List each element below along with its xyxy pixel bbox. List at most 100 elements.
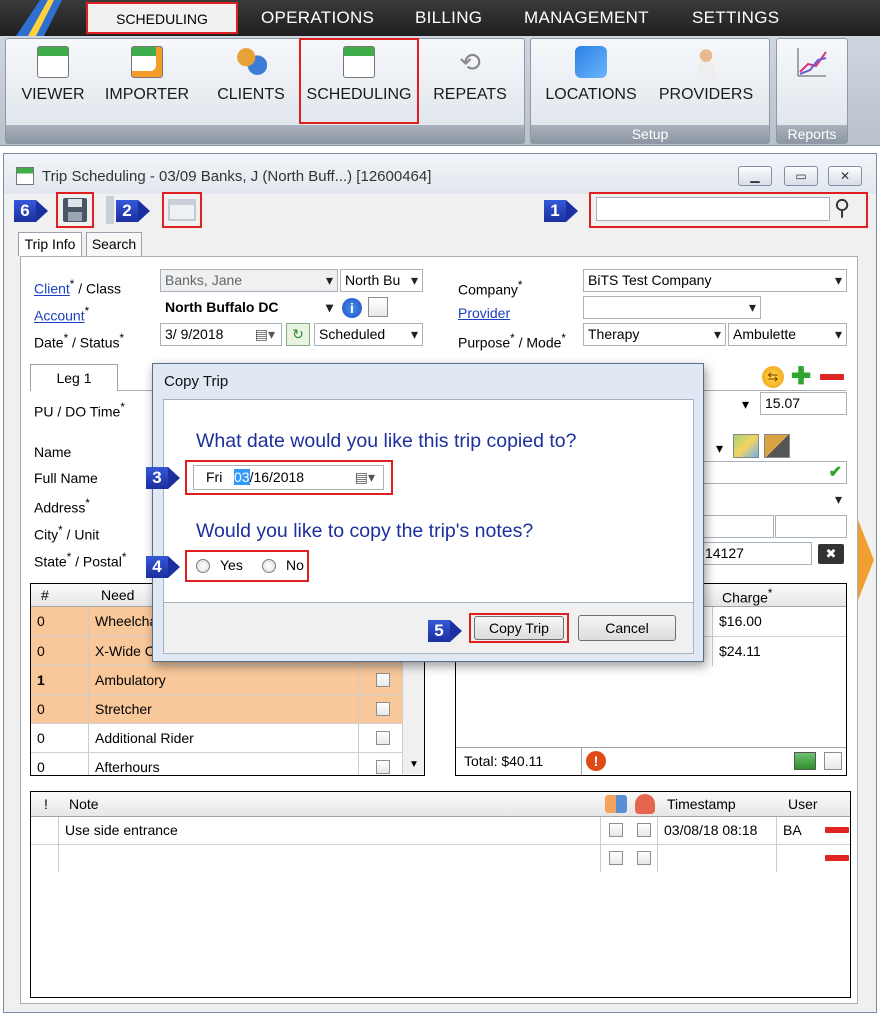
copy-trip-confirm-button[interactable]: Copy Trip bbox=[474, 616, 564, 640]
no-radio[interactable] bbox=[262, 559, 276, 573]
need-row[interactable]: 0 Afterhours bbox=[31, 752, 424, 775]
clients-button[interactable]: CLIENTS bbox=[212, 42, 290, 120]
note-row[interactable] bbox=[31, 844, 850, 872]
note-private-checkbox[interactable] bbox=[637, 823, 651, 837]
copy-date-picker[interactable]: Fri 03/16/2018 ▤▾ bbox=[193, 465, 384, 490]
restore-button[interactable]: ▭ bbox=[784, 166, 818, 186]
purpose-label: Purpose* / Mode* bbox=[458, 332, 566, 351]
yes-radio[interactable] bbox=[196, 559, 210, 573]
close-button[interactable]: ✕ bbox=[828, 166, 862, 186]
account-link[interactable]: Account bbox=[34, 308, 85, 324]
need-checkbox[interactable] bbox=[376, 702, 390, 716]
minimize-button[interactable]: ▁ bbox=[738, 166, 772, 186]
callout-badge-2: 2 bbox=[116, 200, 150, 222]
city-field[interactable] bbox=[700, 515, 774, 538]
need-row[interactable]: 1 Ambulatory bbox=[31, 665, 424, 695]
date-value: 3/ 9/2018 bbox=[165, 326, 224, 342]
edit-location-icon[interactable] bbox=[764, 434, 790, 458]
notes-col-note: Note bbox=[69, 796, 99, 812]
need-row[interactable]: 0 Additional Rider bbox=[31, 723, 424, 753]
distance-dropdown-icon[interactable]: ▾ bbox=[742, 396, 749, 413]
account-label: Account* bbox=[34, 305, 90, 324]
tab-leg-1[interactable]: Leg 1 bbox=[30, 364, 118, 391]
menu-settings[interactable]: SETTINGS bbox=[692, 0, 779, 36]
unit-field[interactable] bbox=[775, 515, 847, 538]
tab-trip-info[interactable]: Trip Info bbox=[18, 232, 82, 256]
needs-col-number: # bbox=[41, 587, 49, 603]
save-button[interactable] bbox=[60, 196, 90, 224]
menu-scheduling[interactable]: SCHEDULING bbox=[86, 2, 238, 34]
providers-button[interactable]: PROVIDERS bbox=[654, 42, 758, 120]
status-select[interactable]: Scheduled bbox=[314, 323, 423, 346]
locations-button[interactable]: LOCATIONS bbox=[540, 42, 642, 120]
purpose-select[interactable]: Therapy bbox=[583, 323, 726, 346]
client-select[interactable]: Banks, Jane bbox=[160, 269, 338, 292]
address-select[interactable] bbox=[700, 488, 847, 511]
search-icon[interactable]: ⚲ bbox=[834, 194, 862, 222]
need-checkbox[interactable] bbox=[376, 673, 390, 687]
reports-button[interactable] bbox=[782, 42, 842, 102]
note-share-checkbox[interactable] bbox=[609, 823, 623, 837]
need-count: 1 bbox=[31, 666, 89, 695]
mode-select[interactable]: Ambulette bbox=[728, 323, 847, 346]
account-select[interactable]: North Buffalo DC bbox=[160, 296, 338, 319]
toolbar-separator bbox=[106, 196, 114, 224]
note-row[interactable]: Use side entrance 03/08/18 08:18 BA bbox=[31, 817, 850, 844]
need-checkbox[interactable] bbox=[376, 760, 390, 774]
calendar-icon bbox=[37, 46, 69, 78]
city-label: City* / Unit bbox=[34, 524, 100, 543]
delete-note-icon[interactable] bbox=[825, 855, 849, 861]
charges-checkbox[interactable] bbox=[824, 752, 842, 770]
need-checkbox[interactable] bbox=[376, 731, 390, 745]
full-name-field[interactable]: ✔ bbox=[700, 461, 847, 484]
distance-field[interactable]: 15.07 bbox=[760, 392, 847, 415]
add-charge-icon[interactable] bbox=[794, 752, 816, 770]
company-select[interactable]: BiTS Test Company bbox=[583, 269, 847, 292]
postal-field[interactable]: 14127 bbox=[700, 542, 812, 565]
callout-badge-4: 4 bbox=[146, 556, 180, 578]
app-logo bbox=[0, 0, 80, 36]
client-link[interactable]: Client bbox=[34, 281, 70, 297]
need-row[interactable]: 0 Stretcher bbox=[31, 694, 424, 724]
scheduling-button[interactable]: SCHEDULING bbox=[302, 42, 416, 120]
map-icon[interactable] bbox=[733, 434, 759, 458]
account-checkbox[interactable] bbox=[368, 297, 388, 317]
add-leg-icon[interactable]: ✚ bbox=[790, 365, 812, 389]
charges-footer: Total: $40.11 ! bbox=[456, 747, 846, 775]
viewer-button[interactable]: VIEWER bbox=[14, 42, 92, 120]
check-icon: ✔ bbox=[828, 464, 842, 481]
remove-leg-icon[interactable] bbox=[820, 374, 844, 380]
charge-value: $24.11 bbox=[712, 637, 848, 666]
importer-button[interactable]: IMPORTER bbox=[100, 42, 194, 120]
menu-management[interactable]: MANAGEMENT bbox=[524, 0, 649, 36]
menu-operations[interactable]: OPERATIONS bbox=[261, 0, 374, 36]
clear-icon[interactable]: ✖ bbox=[818, 544, 844, 564]
callout-badge-6: 6 bbox=[14, 200, 48, 222]
delete-note-icon[interactable] bbox=[825, 827, 849, 833]
provider-link[interactable]: Provider bbox=[458, 305, 510, 321]
search-input[interactable] bbox=[596, 197, 830, 221]
alert-icon[interactable]: ! bbox=[586, 751, 606, 771]
full-name-label: Full Name bbox=[34, 470, 98, 486]
cancel-button[interactable]: Cancel bbox=[578, 615, 676, 641]
note-text: Use side entrance bbox=[59, 817, 601, 844]
refresh-icon[interactable]: ↻ bbox=[286, 323, 310, 346]
expand-panel-icon[interactable] bbox=[858, 520, 874, 600]
provider-select[interactable] bbox=[583, 296, 761, 319]
copy-trip-button[interactable] bbox=[166, 197, 198, 223]
swap-icon[interactable]: ⇆ bbox=[762, 366, 784, 388]
info-icon[interactable]: i bbox=[342, 298, 362, 318]
date-picker[interactable]: 3/ 9/2018 ▤▾ bbox=[160, 323, 282, 346]
name-dropdown-icon[interactable]: ▾ bbox=[716, 440, 723, 457]
need-label: Stretcher bbox=[89, 695, 359, 724]
tab-search[interactable]: Search bbox=[86, 232, 142, 256]
dialog-title: Copy Trip bbox=[164, 373, 229, 390]
window-calendar-icon bbox=[16, 167, 34, 185]
need-count: 0 bbox=[31, 724, 89, 753]
note-share-checkbox[interactable] bbox=[609, 851, 623, 865]
class-select[interactable]: North Bu bbox=[340, 269, 423, 292]
note-private-checkbox[interactable] bbox=[637, 851, 651, 865]
note-text bbox=[59, 845, 601, 872]
repeats-button[interactable]: ⟲ REPEATS bbox=[428, 42, 512, 120]
menu-billing[interactable]: BILLING bbox=[415, 0, 482, 36]
